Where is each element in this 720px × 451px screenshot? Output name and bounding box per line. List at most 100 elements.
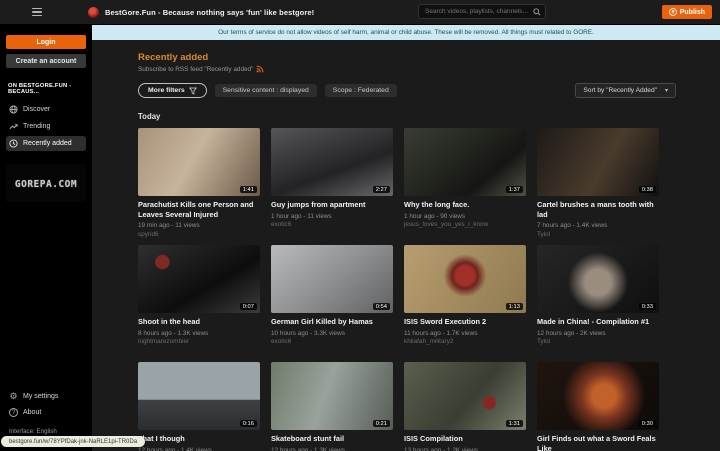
video-title[interactable]: Guy jumps from apartment xyxy=(271,200,393,210)
duration-badge: 2:27 xyxy=(373,186,390,193)
video-thumbnail[interactable]: 0:38 xyxy=(537,128,659,196)
create-account-button[interactable]: Create an account xyxy=(6,54,86,68)
video-title[interactable]: Made in China! - Compilation #1 xyxy=(537,317,659,327)
site-title[interactable]: BestGore.Fun - Because nothing says 'fun… xyxy=(105,8,314,17)
video-channel[interactable]: khilafah_military2 xyxy=(404,338,526,345)
globe-icon xyxy=(9,105,18,114)
login-button[interactable]: Login xyxy=(6,35,86,49)
trending-icon xyxy=(9,122,18,131)
sidebar-banner[interactable]: GOREPA.COM xyxy=(6,164,86,202)
site-logo-icon[interactable] xyxy=(88,7,99,18)
video-channel[interactable]: nightmarezombier xyxy=(138,338,260,345)
video-card[interactable]: 0:54 German Girl Killed by Hamas 10 hour… xyxy=(271,245,393,362)
video-card[interactable]: 0:38 Cartel brushes a mans tooth with la… xyxy=(537,128,659,245)
filter-chip[interactable]: Scope : Federated xyxy=(325,84,397,97)
video-card[interactable]: 0:07 Shoot in the head 8 hours ago - 1.3… xyxy=(138,245,260,362)
sort-dropdown[interactable]: Sort by "Recently Added" ▾ xyxy=(575,83,676,98)
video-meta: 12 hours ago - 1.3K views xyxy=(271,447,393,451)
video-meta: 12 hours ago - 1.4K views xyxy=(138,447,260,451)
browser-link-preview: bestgore.fun/w/78YPfDak-jnk-NaRLE1pi-TR0… xyxy=(1,436,145,447)
video-title[interactable]: Why the long face. xyxy=(404,200,526,210)
filters-row: More filters Sensitive content : display… xyxy=(138,83,710,98)
sidebar-item-recently-added[interactable]: Recently added xyxy=(6,136,86,151)
video-thumbnail[interactable]: 0:30 xyxy=(537,362,659,430)
video-channel[interactable]: spyrid6 xyxy=(138,231,260,238)
video-card[interactable]: 0:21 Skateboard stunt fail 12 hours ago … xyxy=(271,362,393,451)
video-channel[interactable]: Tylol xyxy=(537,231,659,238)
filter-chip[interactable]: Sensitive content : displayed xyxy=(215,84,317,97)
sidebar-item-trending[interactable]: Trending xyxy=(6,119,86,134)
sidebar-section-label: ON BESTGORE.FUN - BECAUS... xyxy=(8,83,84,95)
video-thumbnail[interactable]: 0:54 xyxy=(271,245,393,313)
video-card[interactable]: 1:41 Parachutist Kills one Person and Le… xyxy=(138,128,260,245)
video-thumbnail[interactable]: 1:41 xyxy=(138,128,260,196)
video-meta: 1 hour ago - 11 views xyxy=(271,213,393,220)
duration-badge: 1:31 xyxy=(506,420,523,427)
sidebar-item-label: About xyxy=(23,409,41,416)
help-icon: ? xyxy=(9,408,18,417)
video-channel[interactable]: exotic6 xyxy=(271,221,393,228)
duration-badge: 1:37 xyxy=(506,186,523,193)
video-channel[interactable]: exotic6 xyxy=(271,338,393,345)
video-card[interactable]: 0:30 Girl Finds out what a Sword Feals L… xyxy=(537,362,659,451)
video-thumbnail[interactable]: 0:07 xyxy=(138,245,260,313)
publish-label: Publish xyxy=(680,9,705,16)
sidebar-item-label: My settings xyxy=(23,393,58,400)
video-card[interactable]: 0:33 Made in China! - Compilation #1 12 … xyxy=(537,245,659,362)
video-grid: 1:41 Parachutist Kills one Person and Le… xyxy=(138,128,710,451)
interface-language[interactable]: Interface: English xyxy=(9,428,83,435)
duration-badge: 0:54 xyxy=(373,303,390,310)
search-input[interactable] xyxy=(423,7,533,16)
search-icon[interactable] xyxy=(533,8,541,16)
rss-label: Subscribe to RSS feed "Recently added" xyxy=(138,66,253,73)
publish-button[interactable]: Publish xyxy=(662,5,712,19)
rss-subscribe-line[interactable]: Subscribe to RSS feed "Recently added" xyxy=(138,65,710,73)
video-title[interactable]: ISIS Sword Execution 2 xyxy=(404,317,526,327)
content: Recently added Subscribe to RSS feed "Re… xyxy=(92,40,720,451)
sidebar-banner-text: GOREPA.COM xyxy=(15,179,77,190)
video-card[interactable]: 1:13 ISIS Sword Execution 2 11 hours ago… xyxy=(404,245,526,362)
duration-badge: 0:30 xyxy=(639,420,656,427)
video-card[interactable]: 0:16 That I though 12 hours ago - 1.4K v… xyxy=(138,362,260,451)
date-group-label: Today xyxy=(138,112,710,121)
clock-icon xyxy=(9,139,18,148)
video-thumbnail[interactable]: 0:21 xyxy=(271,362,393,430)
video-thumbnail[interactable]: 1:31 xyxy=(404,362,526,430)
video-card[interactable]: 1:37 Why the long face. 1 hour ago - 90 … xyxy=(404,128,526,245)
video-meta: 7 hours ago - 1.4K views xyxy=(537,222,659,229)
video-title[interactable]: ISIS Compilation xyxy=(404,434,526,444)
video-card[interactable]: 1:31 ISIS Compilation 13 hours ago - 1.2… xyxy=(404,362,526,451)
more-filters-button[interactable]: More filters xyxy=(138,83,207,98)
video-title[interactable]: Girl Finds out what a Sword Feals Like xyxy=(537,434,659,451)
video-meta: 13 hours ago - 1.2K views xyxy=(404,447,526,451)
filter-chips: Sensitive content : displayed Scope : Fed… xyxy=(215,84,397,97)
sidebar-item-my-settings[interactable]: ⚙ My settings xyxy=(6,389,86,404)
video-thumbnail[interactable]: 2:27 xyxy=(271,128,393,196)
search-box[interactable] xyxy=(418,4,546,19)
video-title[interactable]: Parachutist Kills one Person and Leaves … xyxy=(138,200,260,219)
video-card[interactable]: 2:27 Guy jumps from apartment 1 hour ago… xyxy=(271,128,393,245)
hamburger-menu-icon[interactable] xyxy=(32,8,42,17)
video-meta: 1 hour ago - 90 views xyxy=(404,213,526,220)
video-thumbnail[interactable]: 0:33 xyxy=(537,245,659,313)
more-filters-label: More filters xyxy=(148,87,185,94)
video-title[interactable]: Cartel brushes a mans tooth with lad xyxy=(537,200,659,219)
video-thumbnail[interactable]: 1:13 xyxy=(404,245,526,313)
video-thumbnail[interactable]: 1:37 xyxy=(404,128,526,196)
sidebar-item-discover[interactable]: Discover xyxy=(6,102,86,117)
sidebar-item-about[interactable]: ? About xyxy=(6,405,86,420)
gear-icon: ⚙ xyxy=(9,392,18,401)
page-title: Recently added xyxy=(138,52,710,63)
video-title[interactable]: German Girl Killed by Hamas xyxy=(271,317,393,327)
duration-badge: 0:33 xyxy=(639,303,656,310)
video-title[interactable]: That I though xyxy=(138,434,260,444)
video-title[interactable]: Skateboard stunt fail xyxy=(271,434,393,444)
rss-icon[interactable] xyxy=(256,65,264,73)
video-meta: 19 min ago - 11 views xyxy=(138,222,260,229)
video-channel[interactable]: Tylol xyxy=(537,338,659,345)
video-channel[interactable]: jesus_loves_you_yes_i_know xyxy=(404,221,526,228)
duration-badge: 0:38 xyxy=(639,186,656,193)
video-thumbnail[interactable]: 0:16 xyxy=(138,362,260,430)
video-title[interactable]: Shoot in the head xyxy=(138,317,260,327)
sidebar-item-label: Recently added xyxy=(23,140,72,147)
